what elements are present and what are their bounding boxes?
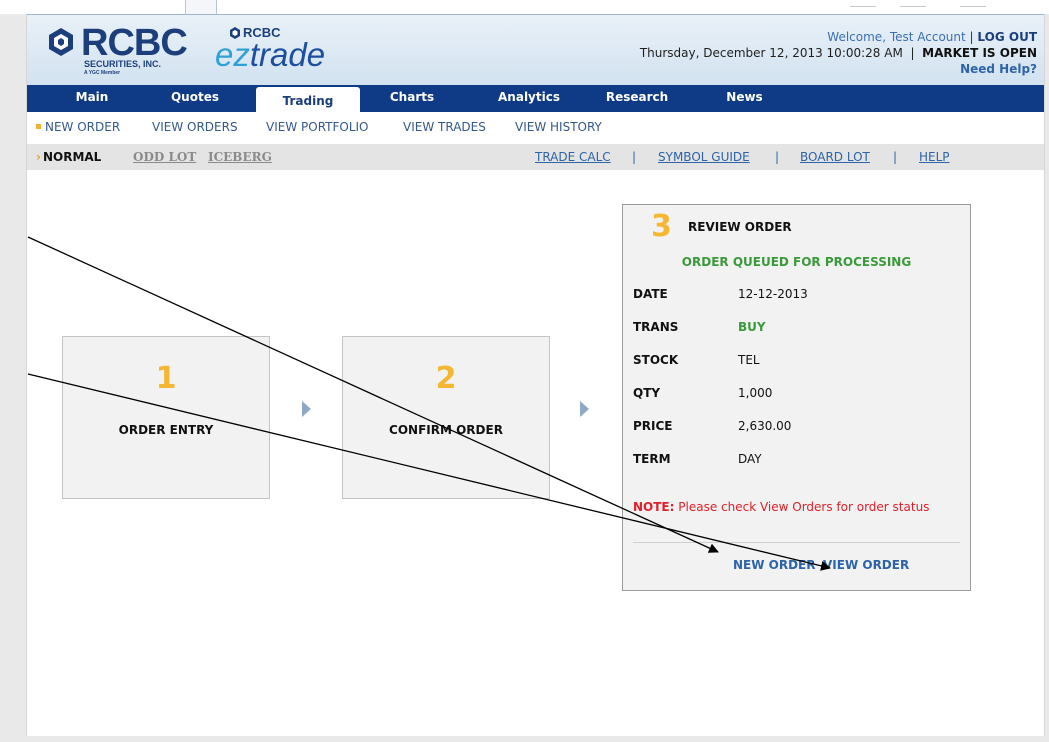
header-status-area: Welcome, Test Account | LOG OUT Thursday… bbox=[639, 30, 1037, 76]
ygc-member-text: A YGC Member bbox=[84, 70, 121, 76]
eztrade-logo[interactable]: RCBC eztrade bbox=[215, 25, 335, 80]
nav-trading[interactable]: Trading bbox=[256, 87, 360, 115]
nav-news[interactable]: News bbox=[717, 85, 772, 112]
detail-value: TEL bbox=[738, 353, 760, 367]
trade-word: trade bbox=[249, 36, 326, 73]
detail-key: DATE bbox=[633, 287, 668, 301]
subnav-new-order-label: NEW ORDER bbox=[45, 120, 121, 134]
step-order-entry: 1 ORDER ENTRY bbox=[62, 336, 270, 499]
detail-key: QTY bbox=[633, 386, 661, 400]
nav-quotes[interactable]: Quotes bbox=[155, 85, 235, 112]
separator: | bbox=[775, 150, 780, 164]
detail-value: 1,000 bbox=[738, 386, 773, 400]
need-help-link[interactable]: Need Help? bbox=[960, 62, 1037, 76]
detail-value: 2,630.00 bbox=[738, 419, 792, 433]
step-arrow-icon bbox=[580, 401, 589, 417]
order-type-bar: › NORMAL ODD LOT ICEBERG TRADE CALC | SYM… bbox=[27, 144, 1044, 170]
logout-link[interactable]: LOG OUT bbox=[977, 30, 1037, 44]
order-note: NOTE: Please check View Orders for order… bbox=[633, 500, 933, 514]
note-label: NOTE: bbox=[633, 500, 675, 514]
subnav-view-orders[interactable]: VIEW ORDERS bbox=[152, 120, 238, 134]
step-confirm-order: 2 CONFIRM ORDER bbox=[342, 336, 550, 499]
separator: | bbox=[893, 150, 898, 164]
view-order-link[interactable]: VIEW ORDER bbox=[823, 558, 909, 572]
review-title: REVIEW ORDER bbox=[688, 220, 792, 234]
order-type-normal[interactable]: › NORMAL bbox=[36, 150, 101, 164]
detail-key: TERM bbox=[633, 452, 671, 466]
nav-main[interactable]: Main bbox=[57, 85, 127, 112]
nav-research[interactable]: Research bbox=[597, 85, 677, 112]
market-status: MARKET IS OPEN bbox=[922, 46, 1037, 60]
order-type-iceberg[interactable]: ICEBERG bbox=[208, 150, 272, 164]
browser-top-strip bbox=[0, 0, 1049, 14]
page: RCBC SECURITIES, INC. A YGC Member RCBC … bbox=[26, 14, 1045, 736]
eztrade-wordmark: eztrade bbox=[215, 36, 325, 74]
detail-key: TRANS bbox=[633, 320, 679, 334]
separator: | bbox=[632, 150, 637, 164]
order-type-odd-lot[interactable]: ODD LOT bbox=[133, 150, 196, 164]
detail-value: DAY bbox=[738, 452, 762, 466]
subnav-view-trades[interactable]: VIEW TRADES bbox=[403, 120, 486, 134]
rcbc-subtitle: SECURITIES, INC. bbox=[84, 59, 162, 69]
board-lot-link[interactable]: BOARD LOT bbox=[800, 150, 870, 164]
step-arrow-icon bbox=[302, 401, 311, 417]
step-number: 2 bbox=[435, 361, 457, 396]
detail-value: 12-12-2013 bbox=[738, 287, 808, 301]
detail-key: STOCK bbox=[633, 353, 679, 367]
step-number: 3 bbox=[651, 209, 672, 244]
divider bbox=[633, 542, 960, 543]
nav-analytics[interactable]: Analytics bbox=[484, 85, 574, 112]
detail-key: PRICE bbox=[633, 419, 673, 433]
detail-value: BUY bbox=[738, 320, 766, 334]
maximize-control[interactable] bbox=[900, 0, 926, 7]
nav-charts[interactable]: Charts bbox=[377, 85, 447, 112]
chevron-right-icon: › bbox=[36, 150, 41, 164]
step-label: ORDER ENTRY bbox=[118, 423, 214, 437]
help-link[interactable]: HELP bbox=[919, 150, 950, 164]
new-order-link[interactable]: NEW ORDER bbox=[733, 558, 816, 572]
welcome-text: Welcome, Test Account bbox=[827, 30, 966, 44]
symbol-guide-link[interactable]: SYMBOL GUIDE bbox=[658, 150, 750, 164]
trade-calc-link[interactable]: TRADE CALC bbox=[535, 150, 611, 164]
active-bullet-icon bbox=[36, 124, 41, 129]
rcbc-mark-icon bbox=[49, 28, 73, 56]
review-order-panel: 3 REVIEW ORDER ORDER QUEUED FOR PROCESSI… bbox=[622, 204, 971, 591]
note-text: Please check View Orders for order statu… bbox=[678, 500, 930, 514]
step-label: CONFIRM ORDER bbox=[389, 423, 503, 437]
browser-tab-edge[interactable] bbox=[185, 0, 217, 14]
order-status: ORDER QUEUED FOR PROCESSING bbox=[681, 255, 912, 269]
order-type-normal-label: NORMAL bbox=[42, 150, 102, 164]
rcbc-securities-logo[interactable]: RCBC SECURITIES, INC. A YGC Member bbox=[43, 22, 193, 78]
subnav-view-portfolio[interactable]: VIEW PORTFOLIO bbox=[266, 120, 369, 134]
datetime-text: Thursday, December 12, 2013 10:00:28 AM bbox=[639, 46, 903, 60]
subnav-view-history[interactable]: VIEW HISTORY bbox=[515, 120, 602, 134]
minimize-control[interactable] bbox=[850, 0, 876, 7]
site-header: RCBC SECURITIES, INC. A YGC Member RCBC … bbox=[27, 14, 1044, 85]
subnav-new-order[interactable]: NEW ORDER bbox=[36, 120, 120, 134]
step-number: 1 bbox=[155, 361, 177, 396]
close-control[interactable] bbox=[960, 0, 986, 7]
main-nav: Main Quotes Trading Charts Analytics Res… bbox=[27, 85, 1044, 115]
ez-prefix: ez bbox=[215, 36, 250, 73]
